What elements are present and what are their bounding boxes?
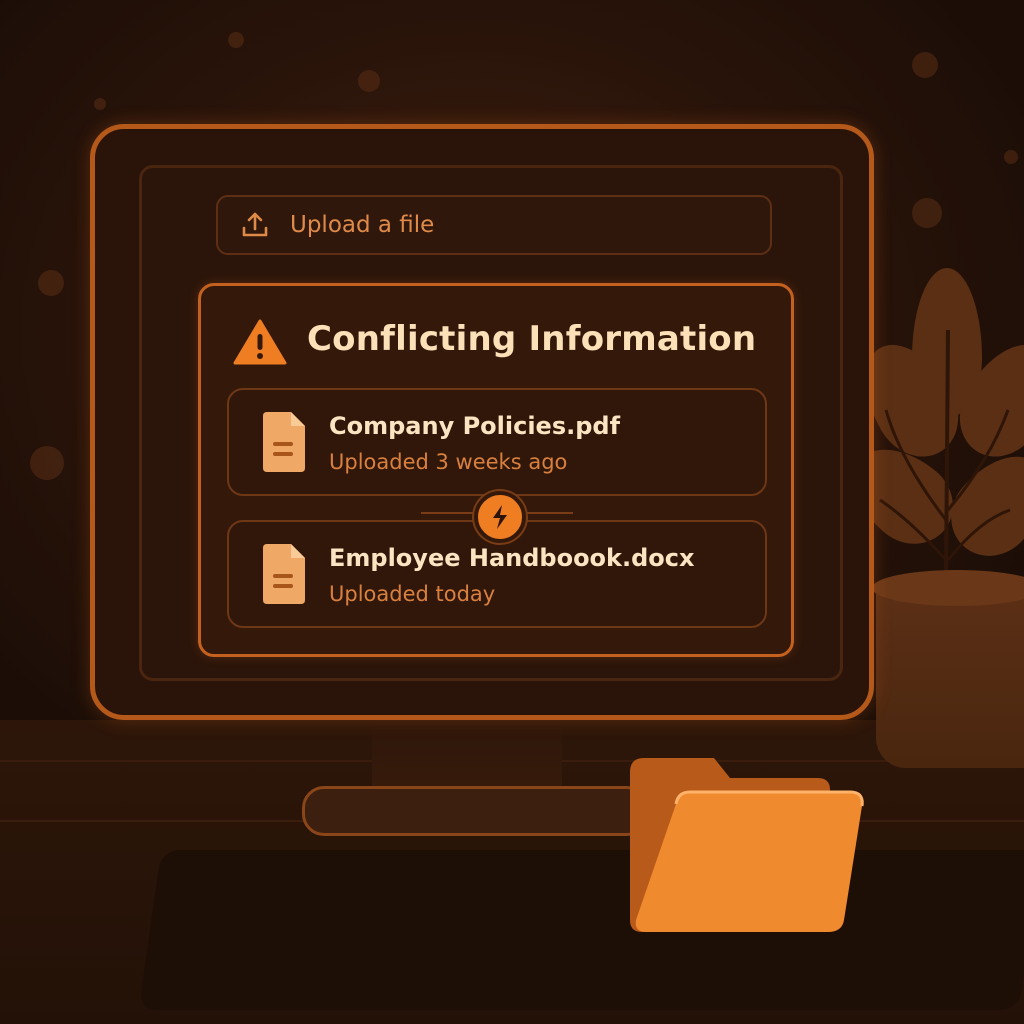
monitor-screen: Upload a file Conflicting Information Co… (139, 165, 843, 681)
conflict-title: Conflicting Information (307, 319, 757, 359)
conflict-alert-panel: Conflicting Information Company Policies… (198, 283, 794, 657)
document-icon (263, 412, 305, 472)
folder-icon (630, 758, 864, 932)
warning-icon (233, 319, 287, 365)
bokeh-light (38, 270, 64, 296)
file-upload-time: Uploaded 3 weeks ago (329, 450, 568, 474)
file-name: Employee Handboook.docx (329, 544, 695, 572)
document-icon (263, 544, 305, 604)
file-card-company-policies[interactable]: Company Policies.pdf Uploaded 3 weeks ag… (227, 388, 767, 496)
upload-label: Upload a file (290, 212, 435, 238)
upload-file-button[interactable]: Upload a file (216, 195, 772, 255)
file-upload-time: Uploaded today (329, 582, 496, 606)
bokeh-light (228, 32, 244, 48)
bokeh-light (30, 446, 64, 480)
bokeh-light (1004, 150, 1018, 164)
bokeh-light (358, 70, 380, 92)
plant-stems (879, 329, 1011, 581)
bokeh-light (94, 98, 106, 110)
bokeh-light (912, 198, 942, 228)
bokeh-light (912, 52, 938, 78)
conflict-indicator (474, 491, 526, 543)
monitor-stand-base (302, 786, 648, 836)
desk-mat (138, 850, 1024, 1010)
potted-plant (834, 260, 1024, 780)
monitor: Upload a file Conflicting Information Co… (90, 124, 874, 720)
lightning-bolt-icon (493, 505, 507, 529)
scene: Upload a file Conflicting Information Co… (0, 0, 1024, 1024)
upload-icon (242, 212, 268, 237)
file-name: Company Policies.pdf (329, 412, 621, 440)
plant-pot (876, 578, 1024, 768)
